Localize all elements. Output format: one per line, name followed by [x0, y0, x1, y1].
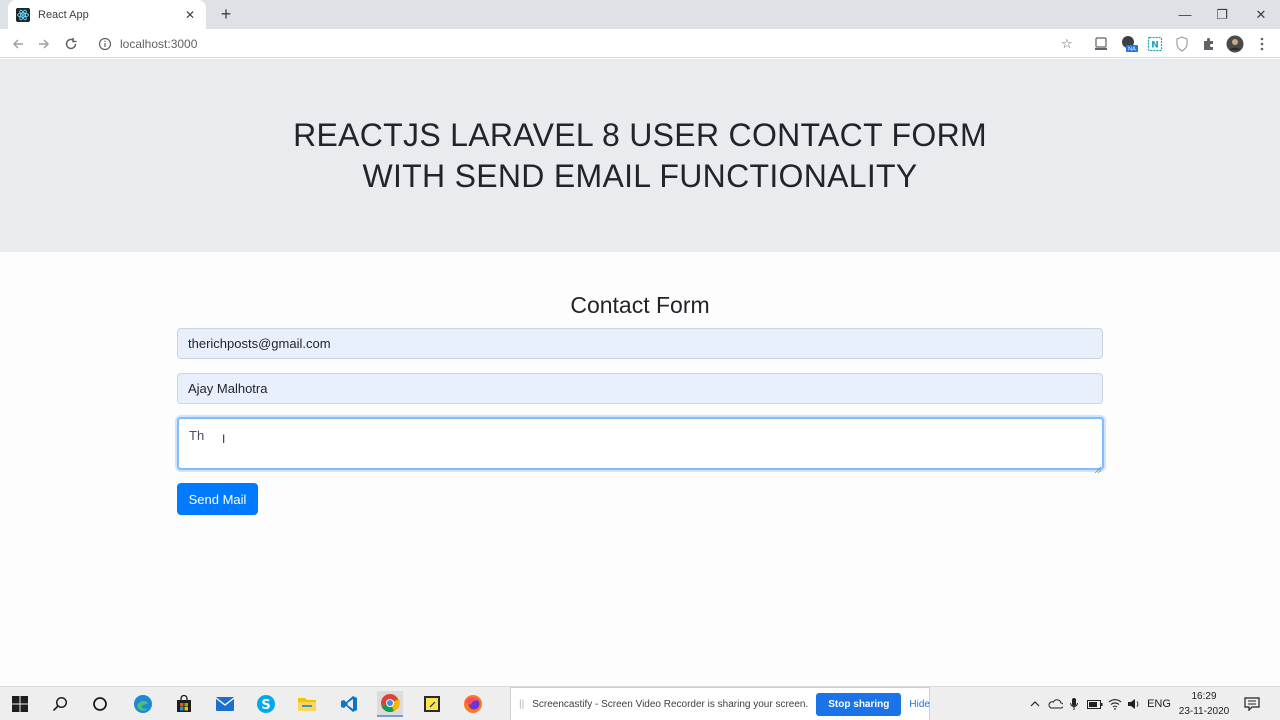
resize-handle-icon[interactable]: [1094, 460, 1102, 474]
extensions-puzzle-icon[interactable]: [1200, 35, 1218, 53]
microphone-icon[interactable]: [1067, 687, 1081, 720]
volume-icon[interactable]: [1125, 687, 1143, 720]
react-favicon-icon: [16, 7, 30, 22]
text-cursor-icon: I: [222, 432, 226, 446]
tab-title: React App: [38, 8, 89, 21]
store-icon[interactable]: [171, 691, 197, 717]
extension-na-icon[interactable]: NA: [1120, 35, 1138, 53]
browser-toolbar: localhost:3000 ☆ NA N: [0, 29, 1280, 58]
file-explorer-icon[interactable]: [294, 691, 320, 717]
clock-time: 16:29: [1191, 691, 1217, 702]
extension-download-icon[interactable]: [1092, 35, 1110, 53]
skype-icon[interactable]: S: [253, 691, 279, 717]
form-title: Contact Form: [570, 292, 710, 318]
language-indicator[interactable]: ENG: [1146, 687, 1172, 720]
share-message: Screencastify - Screen Video Recorder is…: [532, 698, 809, 710]
sticky-notes-icon[interactable]: [419, 691, 445, 717]
minimize-button[interactable]: —: [1166, 0, 1204, 29]
onedrive-icon[interactable]: [1046, 687, 1064, 720]
forward-icon[interactable]: [34, 34, 54, 54]
windows-start-icon[interactable]: [7, 691, 33, 717]
drag-handle-icon[interactable]: ||: [519, 699, 524, 710]
site-info-icon[interactable]: [98, 37, 112, 51]
shield-icon[interactable]: [1173, 35, 1191, 53]
window-close-button[interactable]: ✕: [1242, 0, 1280, 29]
tab-close-icon[interactable]: ✕: [182, 8, 198, 22]
search-icon[interactable]: [47, 691, 73, 717]
hide-button[interactable]: Hide: [909, 699, 930, 710]
back-icon[interactable]: [8, 34, 28, 54]
reload-icon[interactable]: [61, 34, 81, 54]
vscode-icon[interactable]: [336, 691, 362, 717]
notifications-icon[interactable]: [1241, 687, 1263, 720]
taskbar: S || Screencastify - Screen Video Record…: [0, 686, 1280, 720]
tab-bar: React App ✕ + — ❐ ✕: [0, 0, 1280, 29]
cortana-icon[interactable]: [87, 691, 113, 717]
svg-text:N: N: [1151, 41, 1159, 51]
firefox-icon[interactable]: [460, 691, 486, 717]
bookmark-star-icon[interactable]: ☆: [1061, 36, 1073, 52]
system-clock[interactable]: 16:29 23-11-2020: [1172, 689, 1236, 719]
new-tab-button[interactable]: +: [216, 4, 236, 24]
send-mail-button[interactable]: Send Mail: [177, 483, 258, 515]
svg-text:NA: NA: [1128, 47, 1136, 53]
email-field[interactable]: therichposts@gmail.com: [177, 328, 1103, 359]
page-heading: REACTJS LARAVEL 8 USER CONTACT FORM WITH…: [293, 116, 987, 194]
battery-icon[interactable]: [1086, 687, 1104, 720]
chevron-up-icon[interactable]: [1027, 687, 1043, 720]
restore-button[interactable]: ❐: [1203, 0, 1241, 29]
svg-text:S: S: [261, 698, 270, 713]
url-text: localhost:3000: [120, 37, 198, 51]
mail-icon[interactable]: [212, 691, 238, 717]
jumbotron-header: REACTJS LARAVEL 8 USER CONTACT FORM WITH…: [0, 59, 1280, 252]
message-textarea[interactable]: Th: [177, 417, 1104, 470]
stop-sharing-button[interactable]: Stop sharing: [816, 692, 902, 716]
extension-n-icon[interactable]: N: [1146, 35, 1164, 53]
profile-avatar[interactable]: [1226, 35, 1244, 53]
tab-react-app[interactable]: React App ✕: [8, 0, 206, 29]
screen-share-notification: || Screencastify - Screen Video Recorder…: [510, 687, 930, 720]
name-field[interactable]: Ajay Malhotra: [177, 373, 1103, 404]
clock-date: 23-11-2020: [1178, 706, 1230, 717]
chrome-icon[interactable]: [377, 691, 403, 717]
wifi-icon[interactable]: [1106, 687, 1124, 720]
address-bar[interactable]: localhost:3000: [90, 32, 1086, 56]
menu-dots-icon[interactable]: [1253, 35, 1271, 53]
edge-icon[interactable]: [130, 691, 156, 717]
